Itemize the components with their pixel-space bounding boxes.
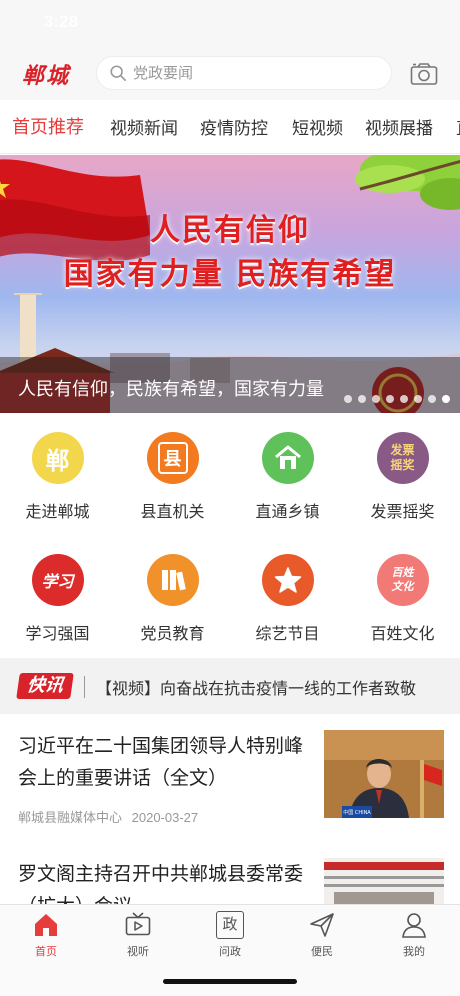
nav-audio-video[interactable]: 视听 — [92, 911, 184, 959]
city-emblem-icon: 郸 — [31, 432, 84, 484]
grid-item-label: 综艺节目 — [255, 624, 320, 643]
tab-video-news[interactable]: 视频新闻 — [110, 114, 178, 139]
carousel-dot[interactable] — [428, 395, 436, 403]
service-grid: 郸 走进郸城 县 县直机关 直通乡镇 发票摇奖 发票摇奖 学习 学习强国 党员教… — [0, 414, 460, 658]
grid-item-variety-shows[interactable]: 综艺节目 — [230, 554, 345, 644]
flash-headline[interactable]: 【视频】向奋战在抗击疫情一线的工作者致敬 — [96, 675, 416, 699]
nav-label: 我的 — [403, 945, 425, 958]
star-icon — [261, 554, 314, 606]
banner-headline-2: 国家有力量 民族有希望 — [63, 257, 397, 292]
carousel-dot[interactable] — [344, 395, 352, 403]
grid-item-label: 发票摇奖 — [370, 502, 435, 521]
search-icon — [110, 65, 127, 82]
app-logo[interactable]: 郸城 — [22, 58, 70, 90]
home-indicator[interactable] — [163, 979, 297, 984]
status-bar: 3:28 — [0, 0, 460, 44]
tab-video-showcase[interactable]: 视频展播 — [365, 114, 433, 139]
study-icon: 学习 — [31, 554, 84, 606]
carousel-dot[interactable] — [442, 395, 450, 403]
grid-item-invoice-lottery[interactable]: 发票摇奖 发票摇奖 — [345, 432, 460, 522]
news-thumbnail[interactable]: 中国 CHINA — [324, 730, 444, 818]
grid-item-label: 走进郸城 — [25, 502, 90, 521]
news-flash-bar[interactable]: 快讯 【视频】向奋战在抗击疫情一线的工作者致敬 — [0, 658, 460, 714]
tab-live[interactable]: 直 — [456, 114, 460, 139]
status-time: 3:28 — [44, 12, 79, 31]
carousel-dot[interactable] — [400, 395, 408, 403]
books-icon — [146, 554, 199, 606]
government-badge-icon: 县 — [146, 432, 199, 484]
news-title[interactable]: 习近平在二十国集团领导人特别峰会上的重要讲话（全文） — [18, 730, 308, 794]
nav-politics[interactable]: 政 问政 — [184, 911, 276, 959]
nav-profile[interactable]: 我的 — [368, 911, 460, 959]
nav-label: 问政 — [219, 945, 241, 958]
category-tabs: 首页推荐 视频新闻 疫情防控 短视频 视频展播 直 — [0, 100, 460, 154]
news-source: 郸城县融媒体中心 — [18, 810, 123, 825]
flash-badge: 快讯 — [16, 673, 74, 699]
grid-item-zoujin-dancheng[interactable]: 郸 走进郸城 — [0, 432, 115, 522]
nav-label: 首页 — [35, 945, 57, 958]
news-thumbnail[interactable] — [324, 858, 444, 904]
tv-icon — [125, 912, 151, 936]
news-list: 习近平在二十国集团领导人特别峰会上的重要讲话（全文） 郸城县融媒体中心 2020… — [0, 714, 460, 904]
grid-item-label: 学习强国 — [25, 624, 90, 643]
carousel-indicator — [344, 395, 450, 403]
header: 郸城 — [0, 44, 460, 100]
nav-label: 视听 — [127, 945, 149, 958]
divider — [84, 676, 85, 698]
search-box[interactable] — [96, 56, 392, 90]
thumb-caption: 中国 CHINA — [343, 809, 371, 816]
camera-icon[interactable] — [410, 62, 438, 86]
news-title[interactable]: 罗文阁主持召开中共郸城县委常委（扩大）会议 — [18, 858, 308, 904]
search-input[interactable] — [133, 64, 363, 82]
carousel-dot[interactable] — [386, 395, 394, 403]
grid-item-county-agencies[interactable]: 县 县直机关 — [115, 432, 230, 522]
grid-item-towns[interactable]: 直通乡镇 — [230, 432, 345, 522]
carousel-dot[interactable] — [358, 395, 366, 403]
send-icon — [310, 913, 334, 937]
grid-item-folk-culture[interactable]: 百姓文化 百姓文化 — [345, 554, 460, 644]
banner-caption: 人民有信仰，民族有希望，国家有力量 — [18, 379, 324, 400]
nav-home[interactable]: 首页 — [0, 911, 92, 959]
news-item[interactable]: 习近平在二十国集团领导人特别峰会上的重要讲话（全文） 郸城县融媒体中心 2020… — [0, 714, 460, 834]
tab-home-recommend[interactable]: 首页推荐 — [12, 113, 84, 139]
grid-item-label: 党员教育 — [140, 624, 205, 643]
tab-short-video[interactable]: 短视频 — [292, 114, 343, 139]
carousel-dot[interactable] — [372, 395, 380, 403]
house-icon — [261, 432, 314, 484]
grid-item-xuexi-qiangguo[interactable]: 学习 学习强国 — [0, 554, 115, 644]
tab-epidemic[interactable]: 疫情防控 — [200, 114, 268, 139]
home-icon — [35, 914, 57, 936]
news-meta: 郸城县融媒体中心 2020-03-27 — [18, 807, 198, 826]
grid-item-party-education[interactable]: 党员教育 — [115, 554, 230, 644]
banner-headline-1: 人民有信仰 — [150, 213, 310, 248]
nav-label: 便民 — [311, 945, 333, 958]
grid-item-label: 百姓文化 — [370, 624, 435, 643]
news-item[interactable]: 罗文阁主持召开中共郸城县委常委（扩大）会议 — [0, 844, 460, 904]
grid-item-label: 县直机关 — [140, 502, 205, 521]
carousel-dot[interactable] — [414, 395, 422, 403]
politics-icon: 政 — [216, 911, 244, 939]
grid-item-label: 直通乡镇 — [255, 502, 320, 521]
nav-convenience[interactable]: 便民 — [276, 911, 368, 959]
invoice-lottery-icon: 发票摇奖 — [376, 432, 429, 484]
user-icon — [402, 913, 426, 938]
banner-carousel[interactable]: 人民有信仰 国家有力量 民族有希望 人民有信仰，民族有希望，国家有力量 — [0, 155, 460, 413]
news-date: 2020-03-27 — [131, 810, 199, 825]
culture-icon: 百姓文化 — [376, 554, 429, 606]
